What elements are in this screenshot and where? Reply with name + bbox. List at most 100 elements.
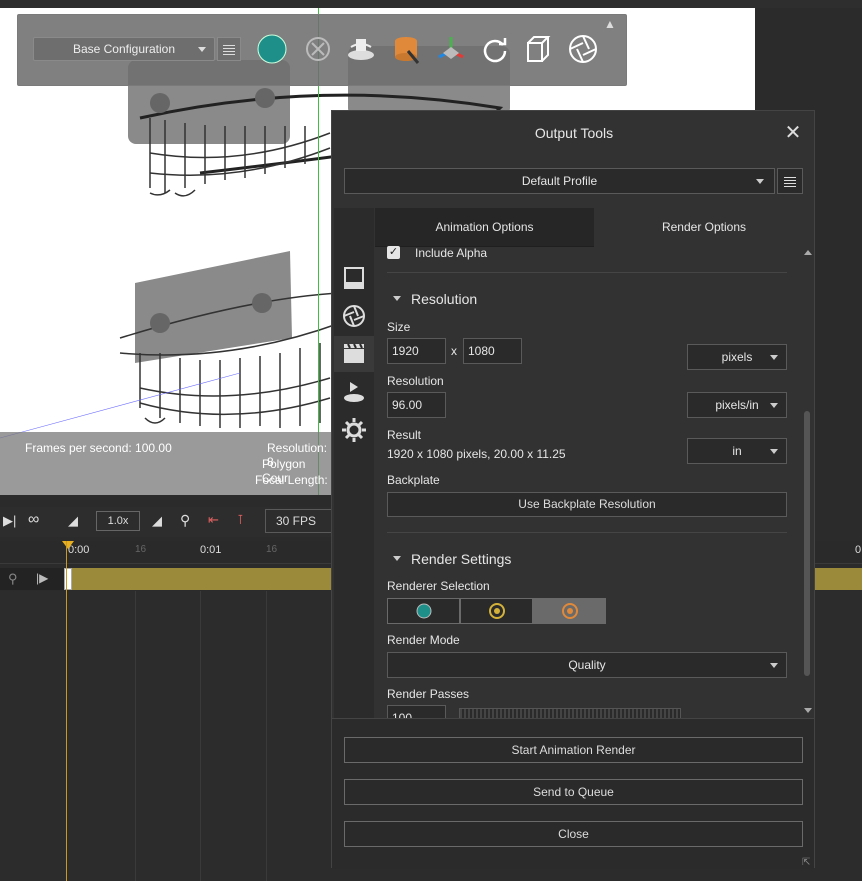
speed-field[interactable]: 1.0x <box>96 511 140 531</box>
resolution-label: Resolution <box>387 374 444 388</box>
renderer-selector <box>387 598 606 624</box>
result-unit-select[interactable]: in <box>687 438 787 464</box>
render-settings-collapse-icon[interactable] <box>393 556 401 561</box>
renderer-selection-label: Renderer Selection <box>387 579 490 593</box>
teal-circle-icon[interactable] <box>256 33 288 65</box>
track-key-icon[interactable]: ⚲ <box>8 571 18 587</box>
panel-title: Output Tools <box>534 125 614 141</box>
database-icon[interactable] <box>390 33 422 65</box>
aperture-icon[interactable] <box>567 33 599 65</box>
viewport-toolbar: Base Configuration ▲ <box>17 14 627 86</box>
backplate-label: Backplate <box>387 473 440 487</box>
width-input[interactable]: 1920 <box>387 338 446 364</box>
send-to-queue-button[interactable]: Send to Queue <box>344 779 803 805</box>
renderer-option-realtime[interactable] <box>387 598 460 624</box>
profile-menu-button[interactable] <box>777 168 803 194</box>
right-strip <box>755 8 862 108</box>
configuration-label: Base Configuration <box>72 42 176 56</box>
scroll-down-icon[interactable] <box>804 708 812 713</box>
playhead-marker[interactable] <box>62 541 74 549</box>
renderer-realtime-icon <box>416 603 432 619</box>
ruler-tick-16a: 16 <box>135 544 147 555</box>
fps-select-label: 30 FPS <box>276 514 317 528</box>
use-backplate-resolution-button[interactable]: Use Backplate Resolution <box>387 492 787 517</box>
close-icon[interactable]: ✕ <box>783 123 803 143</box>
result-value: 1920 x 1080 pixels, 20.00 x 11.25 <box>387 447 566 461</box>
ease-out-icon[interactable]: ◢ <box>152 513 162 529</box>
scene-icon[interactable] <box>302 33 334 65</box>
side-tab-settings[interactable] <box>334 412 374 448</box>
timeline-toolbar: ▶| ∞ ◢ 1.0x ◢ ⚲ ⇤ ⊺ 30 FPS <box>0 507 335 537</box>
export-cube-icon[interactable] <box>523 33 555 65</box>
track-bar-right[interactable] <box>815 568 862 590</box>
ruler-tick-1: 0:01 <box>200 544 222 556</box>
dpi-unit-label: pixels/in <box>715 398 759 412</box>
configuration-menu-button[interactable] <box>217 37 241 61</box>
tab-animation-options[interactable]: Animation Options <box>375 208 594 247</box>
close-button[interactable]: Close <box>344 821 803 847</box>
resolution-collapse-icon[interactable] <box>393 296 401 301</box>
fps-select[interactable]: 30 FPS <box>265 509 335 533</box>
configuration-select[interactable]: Base Configuration <box>33 37 215 61</box>
render-options-content: ✓ Include Alpha Resolution Size 1920 x 1… <box>375 246 805 719</box>
ruler-tick-16b: 16 <box>266 544 278 555</box>
size-unit-select[interactable]: pixels <box>687 344 787 370</box>
profile-select[interactable]: Default Profile <box>344 168 775 194</box>
panel-footer: Start Animation Render Send to Queue Clo… <box>332 718 814 869</box>
refresh-icon[interactable] <box>479 33 511 65</box>
top-strip <box>0 0 862 8</box>
panel-tabs: Animation Options Render Options <box>375 208 814 247</box>
fps-stat: Frames per second: 100.00 <box>25 441 172 455</box>
render-passes-label: Render Passes <box>387 687 470 701</box>
chevron-down-icon <box>198 47 206 52</box>
side-tab-camera[interactable] <box>334 260 374 296</box>
scroll-up-icon[interactable] <box>804 250 812 255</box>
height-input[interactable]: 1080 <box>463 338 522 364</box>
loop-icon[interactable]: ∞ <box>28 511 39 529</box>
renderer-option-hybrid[interactable] <box>460 598 533 624</box>
resize-grip-icon[interactable]: ⇱ <box>802 857 810 868</box>
dpi-unit-select[interactable]: pixels/in <box>687 392 787 418</box>
track-bar[interactable] <box>66 568 332 590</box>
renderer-hybrid-icon <box>489 603 505 619</box>
size-x-separator: x <box>451 344 457 358</box>
chevron-down-icon <box>770 403 778 408</box>
key-icon[interactable]: ⚲ <box>180 512 190 529</box>
render-mode-select[interactable]: Quality <box>387 652 787 678</box>
result-unit-label: in <box>732 444 742 458</box>
output-tools-panel: Output Tools ✕ Default Profile Animation… <box>331 110 815 869</box>
focal-stat: Focal Length: <box>255 473 328 487</box>
renderer-option-raytrace[interactable] <box>533 598 606 624</box>
keyframe-delete-icon[interactable]: ⊺ <box>237 512 244 528</box>
dpi-input[interactable]: 96.00 <box>387 392 446 418</box>
size-label: Size <box>387 320 411 334</box>
step-forward-icon[interactable]: ▶| <box>3 513 16 529</box>
render-passes-input[interactable]: 100 <box>387 705 446 719</box>
render-mode-value: Quality <box>568 658 606 672</box>
chevron-down-icon <box>756 179 764 184</box>
keyframe-prev-icon[interactable]: ⇤ <box>208 512 219 528</box>
ease-in-icon[interactable]: ◢ <box>68 513 78 529</box>
stats-overlay: Frames per second: 100.00 Resolution: 8 … <box>0 432 332 495</box>
axis-icon[interactable] <box>435 33 467 65</box>
profile-label: Default Profile <box>521 174 598 188</box>
start-animation-render-button[interactable]: Start Animation Render <box>344 737 803 763</box>
renderer-raytrace-icon <box>562 603 578 619</box>
track-play-icon[interactable]: |▶ <box>36 571 48 585</box>
result-label: Result <box>387 428 422 442</box>
side-tab-animation[interactable] <box>334 336 374 372</box>
tab-render-options[interactable]: Render Options <box>594 208 814 246</box>
pin-icon[interactable]: ▲ <box>604 17 618 31</box>
side-tabs <box>334 208 374 718</box>
playhead-line <box>66 541 67 881</box>
chevron-down-icon <box>770 449 778 454</box>
include-alpha-checkbox[interactable]: ✓ <box>387 246 400 259</box>
side-tab-aperture[interactable] <box>334 298 374 334</box>
resolution-section-title: Resolution <box>411 291 478 307</box>
chevron-down-icon <box>770 355 778 360</box>
scroll-thumb[interactable] <box>804 411 810 676</box>
turntable-icon[interactable] <box>345 33 377 65</box>
side-tab-turntable[interactable] <box>334 374 374 410</box>
include-alpha-label: Include Alpha <box>415 246 488 260</box>
chevron-down-icon <box>770 663 778 668</box>
